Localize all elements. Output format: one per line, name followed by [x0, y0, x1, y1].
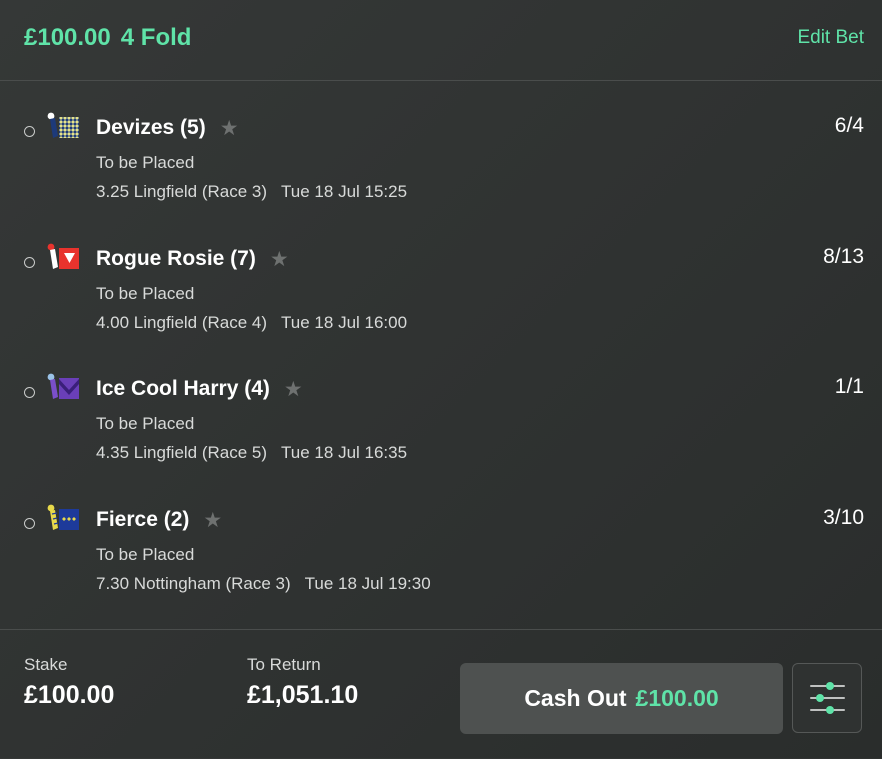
sliders-icon [810, 682, 845, 714]
selection-name: Rogue Rosie (7) ★ [96, 247, 289, 272]
event-name: 7.30 Nottingham (Race 3) [96, 574, 291, 593]
jockey-silk-red-white-triangle-icon [47, 243, 79, 269]
selection-market: To be Placed [96, 284, 195, 303]
selection-status-icon [24, 518, 35, 529]
event-time: Tue 18 Jul 19:30 [304, 574, 431, 593]
selection-odds: 8/13 [823, 245, 864, 268]
bet-title: £100.00 4 Fold [24, 24, 191, 52]
selection-name-text: Fierce (2) [96, 508, 190, 531]
selection-event: 4.00 Lingfield (Race 4) Tue 18 Jul 16:00 [96, 313, 407, 333]
selection-odds: 1/1 [834, 375, 864, 398]
jockey-silk-blue-yellow-diamonds-icon [47, 504, 79, 530]
jockey-silk-purple-chevron-icon [47, 373, 79, 399]
return-label: To Return [247, 655, 321, 674]
bet-stake-amount: £100.00 [24, 24, 111, 51]
selection-name-text: Ice Cool Harry (4) [96, 377, 270, 400]
event-time: Tue 18 Jul 15:25 [281, 182, 408, 201]
stake-label: Stake [24, 655, 68, 674]
selection-status-icon [24, 257, 35, 268]
event-name: 3.25 Lingfield (Race 3) [96, 182, 268, 201]
selection-row-fierce: Fierce (2) ★ 3/10 To be Placed 7.30 Notti… [0, 496, 882, 606]
selection-market: To be Placed [96, 153, 195, 172]
star-icon[interactable]: ★ [203, 508, 222, 533]
stake-value: £100.00 [24, 681, 115, 709]
cash-out-amount: £100.00 [635, 685, 719, 711]
selection-event: 3.25 Lingfield (Race 3) Tue 18 Jul 15:25 [96, 182, 407, 202]
jockey-silk-navy-yellow-diamonds-icon [47, 112, 79, 138]
selection-name: Ice Cool Harry (4) ★ [96, 377, 303, 402]
selection-name: Fierce (2) ★ [96, 508, 222, 533]
event-name: 4.00 Lingfield (Race 4) [96, 313, 268, 332]
selection-odds: 3/10 [823, 506, 864, 529]
selection-row-ice-cool-harry: Ice Cool Harry (4) ★ 1/1 To be Placed 4.3… [0, 365, 882, 475]
selection-market: To be Placed [96, 414, 195, 433]
selection-row-rogue-rosie: Rogue Rosie (7) ★ 8/13 To be Placed 4.00 … [0, 235, 882, 345]
cash-out-label: Cash Out [524, 685, 627, 711]
star-icon[interactable]: ★ [270, 247, 289, 272]
selection-status-icon [24, 126, 35, 137]
selection-event: 4.35 Lingfield (Race 5) Tue 18 Jul 16:35 [96, 443, 407, 463]
event-time: Tue 18 Jul 16:35 [281, 443, 408, 462]
selection-name-text: Rogue Rosie (7) [96, 247, 256, 270]
event-time: Tue 18 Jul 16:00 [281, 313, 408, 332]
return-value: £1,051.10 [247, 681, 359, 709]
selection-status-icon [24, 387, 35, 398]
selection-name-text: Devizes (5) [96, 116, 206, 139]
event-name: 4.35 Lingfield (Race 5) [96, 443, 268, 462]
star-icon[interactable]: ★ [284, 377, 303, 402]
selection-market: To be Placed [96, 545, 195, 564]
selection-row-devizes: Devizes (5) ★ 6/4 To be Placed 3.25 Lingf… [0, 104, 882, 214]
cash-out-button[interactable]: Cash Out £100.00 [460, 663, 783, 734]
bet-type: 4 Fold [120, 24, 192, 51]
bet-footer: Stake £100.00 To Return £1,051.10 Cash O… [0, 629, 882, 759]
edit-bet-link[interactable]: Edit Bet [797, 27, 864, 49]
bet-settings-button[interactable] [792, 663, 862, 733]
star-icon[interactable]: ★ [220, 116, 239, 141]
selection-event: 7.30 Nottingham (Race 3) Tue 18 Jul 19:30 [96, 574, 431, 594]
selection-name: Devizes (5) ★ [96, 116, 239, 141]
bet-header: £100.00 4 Fold Edit Bet [0, 0, 882, 81]
selection-odds: 6/4 [834, 114, 864, 137]
